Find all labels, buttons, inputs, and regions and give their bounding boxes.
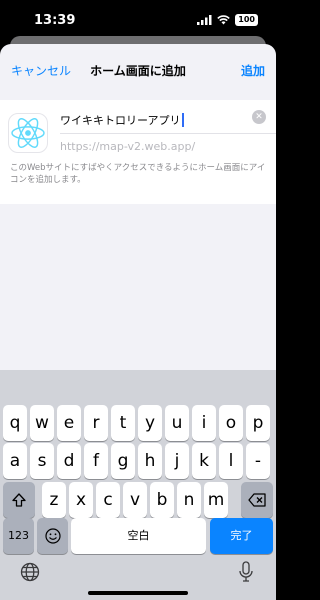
key-x[interactable]: x xyxy=(69,482,93,518)
key-z[interactable]: z xyxy=(42,482,66,518)
key-label: w xyxy=(35,413,49,433)
app-name-field[interactable]: ワイキキトロリーアプリ xyxy=(60,108,270,132)
delete-icon xyxy=(248,493,266,507)
battery-icon: 100 xyxy=(235,14,258,26)
numbers-key[interactable]: 123 xyxy=(3,518,34,554)
status-time: 13:39 xyxy=(34,13,76,28)
status-icons: 100 xyxy=(197,14,258,26)
key-g[interactable]: g xyxy=(111,443,135,479)
key-i[interactable]: i xyxy=(192,405,216,441)
signal-icon xyxy=(197,15,212,25)
key-label: - xyxy=(254,451,262,471)
home-indicator xyxy=(88,591,188,595)
key-label: x xyxy=(75,490,87,510)
globe-icon[interactable] xyxy=(18,560,42,584)
key-e[interactable]: e xyxy=(57,405,81,441)
key-d[interactable]: d xyxy=(57,443,81,479)
key-label: a xyxy=(9,451,21,471)
key-u[interactable]: u xyxy=(165,405,189,441)
key-label: k xyxy=(199,451,209,471)
key-label: p xyxy=(252,413,264,433)
key-q[interactable]: q xyxy=(3,405,27,441)
key-b[interactable]: b xyxy=(150,482,174,518)
key-label: s xyxy=(37,451,47,471)
done-key[interactable]: 完了 xyxy=(210,518,273,554)
shift-icon xyxy=(12,493,26,507)
app-name-value: ワイキキトロリーアプリ xyxy=(60,114,181,127)
key-o[interactable]: o xyxy=(219,405,243,441)
nav-bar: キャンセル ホーム画面に追加 追加 xyxy=(0,44,276,96)
shift-key[interactable] xyxy=(3,482,35,518)
key-label: u xyxy=(171,413,183,433)
space-key[interactable]: 空白 xyxy=(71,518,206,554)
key-label: m xyxy=(207,490,225,510)
key-a[interactable]: a xyxy=(3,443,27,479)
key-label: e xyxy=(63,413,75,433)
key-label: q xyxy=(9,413,21,433)
key-h[interactable]: h xyxy=(138,443,162,479)
clear-icon[interactable]: ✕ xyxy=(252,110,266,124)
key-label: l xyxy=(228,451,234,471)
key-hyphen[interactable]: - xyxy=(246,443,270,479)
key-w[interactable]: w xyxy=(30,405,54,441)
hint-text: このWebサイトにすばやくアクセスできるようにホーム画面にアイコンを追加します。 xyxy=(10,163,266,185)
key-t[interactable]: t xyxy=(111,405,135,441)
key-label: t xyxy=(119,413,127,433)
key-label: b xyxy=(156,490,168,510)
key-r[interactable]: r xyxy=(84,405,108,441)
react-logo-icon xyxy=(11,118,45,148)
key-label: f xyxy=(93,451,99,471)
key-label: v xyxy=(129,490,141,510)
keyboard: qwertyuiop asdfghjkl- zxcvbnm 123 空白 完了 xyxy=(0,370,276,600)
key-label: y xyxy=(144,413,156,433)
numbers-key-label: 123 xyxy=(8,529,29,542)
key-f[interactable]: f xyxy=(84,443,108,479)
delete-key[interactable] xyxy=(241,482,273,518)
key-p[interactable]: p xyxy=(246,405,270,441)
sheet-title: ホーム画面に追加 xyxy=(90,64,186,78)
key-label: g xyxy=(117,451,129,471)
key-label: i xyxy=(201,413,207,433)
key-label: r xyxy=(92,413,100,433)
bookmark-card: ワイキキトロリーアプリ ✕ https://map-v2.web.app/ xyxy=(0,100,276,204)
key-label: d xyxy=(63,451,75,471)
key-l[interactable]: l xyxy=(219,443,243,479)
key-v[interactable]: v xyxy=(123,482,147,518)
key-s[interactable]: s xyxy=(30,443,54,479)
add-button[interactable]: 追加 xyxy=(241,62,265,79)
key-j[interactable]: j xyxy=(165,443,189,479)
key-label: n xyxy=(183,490,195,510)
key-label: j xyxy=(174,451,180,471)
key-m[interactable]: m xyxy=(204,482,228,518)
space-key-label: 空白 xyxy=(127,529,150,542)
key-n[interactable]: n xyxy=(177,482,201,518)
key-label: z xyxy=(49,490,59,510)
wifi-icon xyxy=(217,15,231,25)
key-label: h xyxy=(144,451,156,471)
app-icon xyxy=(8,113,48,153)
text-cursor xyxy=(181,113,184,127)
divider xyxy=(60,133,276,134)
url-value: https://map-v2.web.app/ xyxy=(60,140,196,153)
key-label: o xyxy=(225,413,237,433)
microphone-icon[interactable] xyxy=(234,560,258,584)
key-label: c xyxy=(103,490,113,510)
key-k[interactable]: k xyxy=(192,443,216,479)
done-key-label: 完了 xyxy=(230,529,253,542)
emoji-key[interactable] xyxy=(37,518,68,554)
key-c[interactable]: c xyxy=(96,482,120,518)
key-y[interactable]: y xyxy=(138,405,162,441)
emoji-icon xyxy=(44,528,61,544)
